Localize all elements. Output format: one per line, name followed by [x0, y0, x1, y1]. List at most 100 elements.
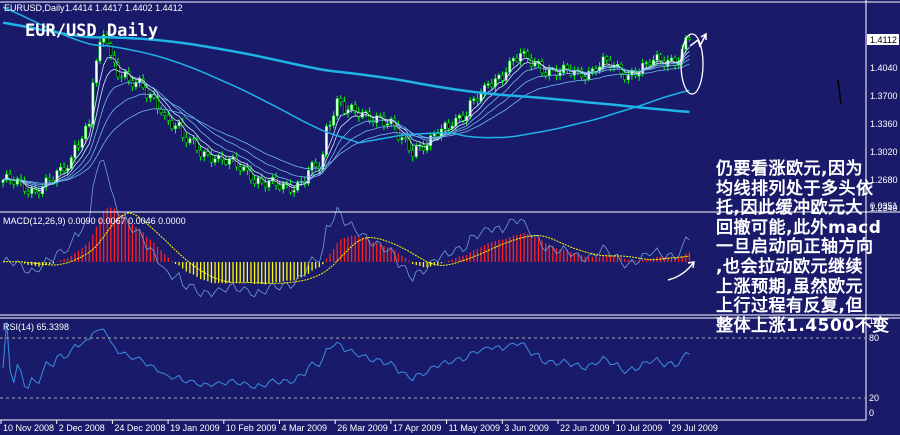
candle-body: [644, 62, 648, 64]
candle-body: [62, 166, 66, 172]
price-tick: 1.3700: [870, 91, 898, 101]
candle-body: [342, 101, 346, 114]
candle-body: [94, 60, 98, 84]
candle-body: [590, 68, 594, 72]
candle-body: [1, 179, 5, 183]
date-ticks: 10 Nov 2008 2 Dec 2008 24 Dec 2008 19 Jan 2…: [0, 420, 718, 433]
date-tick: 10 Jul 2009: [616, 423, 663, 433]
date-tick: 22 Jun 2009: [560, 423, 610, 433]
candle-body: [544, 72, 548, 76]
candle-body: [310, 162, 314, 171]
candle-body: [263, 182, 267, 188]
rsi-label: RSI(14) 65.3398: [3, 322, 69, 332]
candle-body: [519, 53, 522, 62]
candle-body: [26, 191, 30, 194]
candle-body: [457, 115, 461, 119]
candle-body: [73, 144, 77, 158]
candle-body: [328, 125, 332, 127]
candle-body: [547, 68, 551, 76]
date-tick: 24 Dec 2008: [114, 423, 165, 433]
candle-body: [209, 154, 213, 163]
candle-body: [501, 74, 504, 81]
ema-line: [2, 63, 690, 184]
candle-body: [163, 112, 167, 116]
candle-body: [641, 62, 645, 74]
candle-body: [192, 138, 195, 140]
candle-body: [655, 54, 659, 61]
price-tick: 1.3360: [870, 119, 898, 129]
candle-body: [267, 180, 271, 188]
candle-body: [497, 74, 501, 79]
candle-body: [174, 125, 177, 129]
candle-body: [206, 151, 210, 155]
candle-body: [148, 94, 152, 99]
candle-body: [48, 177, 52, 181]
price-tick: 1.3020: [870, 147, 898, 157]
date-tick: 26 Mar 2009: [337, 423, 388, 433]
candle-body: [80, 138, 84, 148]
candle-body: [400, 137, 404, 141]
candle-body: [184, 137, 188, 144]
candle-body: [213, 158, 217, 163]
candle-body: [166, 115, 170, 121]
candle-body: [87, 123, 91, 127]
candle-body: [443, 122, 447, 130]
rsi-tick: 0: [869, 408, 874, 418]
trend-mark: [837, 79, 842, 105]
candle-body: [339, 98, 343, 102]
candles: [1, 29, 691, 199]
candle-body: [256, 177, 260, 184]
candle-body: [292, 190, 296, 193]
date-tick: 29 Jul 2009: [671, 423, 718, 433]
candle-body: [687, 37, 691, 40]
candle-body: [475, 98, 479, 102]
candle-body: [242, 166, 246, 171]
rsi-line: [2, 321, 690, 390]
candle-body: [170, 120, 174, 129]
candle-body: [224, 159, 228, 165]
candle-body: [648, 62, 652, 66]
candle-body: [490, 83, 494, 87]
candle-body: [583, 76, 587, 80]
candle-body: [626, 74, 630, 80]
symbol-label: EURUSD,Daily: [4, 3, 65, 13]
candle-body: [332, 115, 336, 126]
date-tick: 10 Feb 2009: [226, 423, 277, 433]
candle-body: [436, 133, 440, 137]
candle-body: [659, 54, 663, 62]
candle-body: [472, 98, 476, 101]
candle-body: [540, 61, 544, 74]
macd-panel: [2, 159, 691, 298]
candle-body: [605, 56, 609, 61]
candle-body: [447, 122, 451, 129]
price-tick: 1.4112: [870, 35, 897, 45]
candle-body: [432, 133, 436, 136]
macd-label: MACD(12,26,9) 0.0090 0.0067 0.0046 0.000…: [3, 216, 186, 226]
macd-main-line: [2, 159, 690, 298]
candle-body: [529, 58, 533, 67]
candle-body: [120, 76, 124, 79]
candle-body: [511, 58, 515, 62]
candle-body: [508, 60, 512, 73]
candle-body: [159, 109, 163, 113]
candle-body: [350, 104, 354, 110]
candle-body: [77, 144, 80, 148]
candle-body: [145, 87, 149, 99]
candle-body: [84, 125, 88, 140]
candle-body: [404, 137, 407, 139]
date-tick: 19 Jan 2009: [170, 423, 220, 433]
date-tick: 17 Apr 2009: [393, 423, 442, 433]
date-tick: 10 Nov 2008: [3, 423, 54, 433]
candle-body: [669, 57, 673, 61]
arrow-up-icon: [689, 32, 707, 48]
date-tick: 3 Jun 2009: [504, 423, 549, 433]
candle-body: [202, 151, 206, 157]
candle-body: [386, 123, 389, 126]
date-tick: 11 May 2009: [449, 423, 500, 433]
annotation-text: 仍要看涨欧元,因为 均线排列处于多头依 托,因此缓冲欧元大 回撤可能,此外mac…: [716, 159, 890, 336]
candle-body: [565, 64, 569, 70]
ohlc-label: 1.4414 1.4417 1.4402 1.4412: [65, 3, 183, 13]
candle-body: [278, 184, 282, 190]
rsi-panel: [2, 321, 690, 390]
candle-body: [37, 191, 41, 194]
